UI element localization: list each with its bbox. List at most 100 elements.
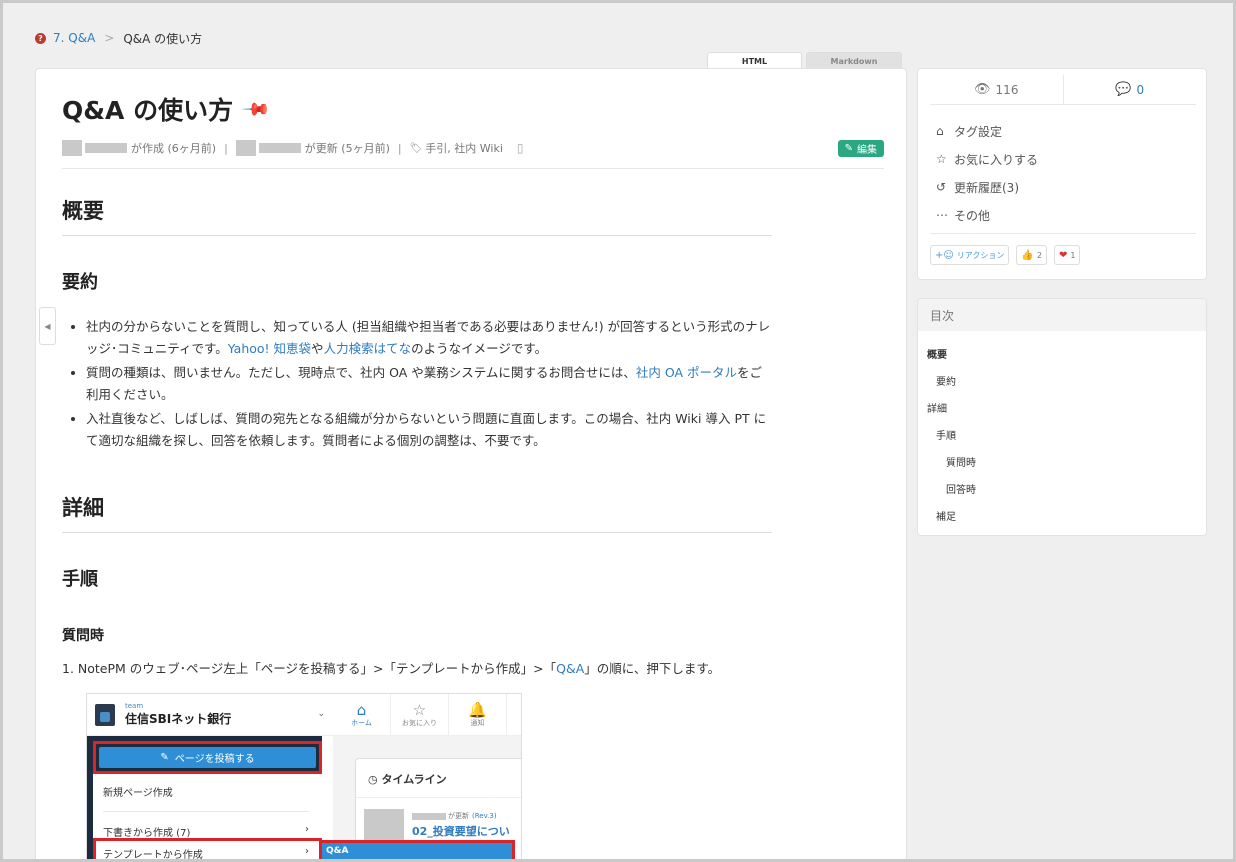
menu-item: 下書きから作成 (7) › — [103, 824, 309, 839]
favorite-action[interactable]: ☆ お気に入りする — [936, 145, 1038, 173]
add-reaction-button[interactable]: +☺ リアクション — [930, 245, 1010, 265]
stats-row: 👁 116 💬 0 — [930, 75, 1196, 105]
creator-name[interactable] — [85, 143, 127, 153]
team-name: 住信SBIネット銀行 — [125, 712, 232, 726]
history-action[interactable]: ↺ 更新履歴(3) — [936, 173, 1038, 201]
table-of-contents: 目次 概要 要約 詳細 手順 質問時 回答時 補足 — [917, 298, 1207, 536]
heading-when-asking: 質問時 — [62, 628, 104, 644]
toc-item-detail[interactable]: 詳細 — [927, 400, 947, 415]
tag-icon: ⌂ — [936, 124, 944, 138]
post-button-label: ページを投稿する — [174, 754, 255, 765]
nav-label: 通知 — [470, 718, 485, 727]
caret-left-icon: ◀ — [44, 321, 51, 331]
app-frame: ? 7. Q&A > Q&A の使い方 HTML Markdown ◀ Q&A … — [0, 0, 1236, 862]
timeline-divider — [356, 797, 521, 798]
tab-html[interactable]: HTML — [707, 52, 802, 69]
list-item: 入社直後など、しばしば、質問の宛先となる組織が分からないという問題に直面します。… — [62, 408, 772, 452]
page-meta: が作成 (6ヶ月前) | が更新 (5ヶ月前) | 🏷 手引, 社内 Wiki … — [62, 139, 884, 157]
creator-avatar — [62, 140, 82, 156]
toc-item-summary[interactable]: 要約 — [936, 373, 956, 388]
view-count: 👁 116 — [930, 75, 1063, 104]
clipboard-icon[interactable]: ▯ — [517, 141, 524, 155]
shot-team-header: team 住信SBIネット銀行 ⌄ — [87, 694, 333, 736]
timeline-title-text: タイムライン — [381, 773, 447, 786]
toc-item-when-asking[interactable]: 質問時 — [946, 454, 976, 469]
bell-icon: 🔔 — [468, 700, 487, 719]
yahoo-chiebukuro-link[interactable]: Yahoo! 知恵袋 — [228, 341, 311, 356]
toc-item-when-answering[interactable]: 回答時 — [946, 481, 976, 496]
meta-separator: | — [397, 141, 402, 155]
highlight-template-box — [93, 838, 322, 859]
tags-list[interactable]: 手引, 社内 Wiki — [425, 140, 503, 156]
breadcrumb-current: Q&A の使い方 — [123, 31, 203, 46]
pencil-icon: ✎ — [844, 142, 853, 154]
page-content-card: ◀ Q&A の使い方 📌 が作成 (6ヶ月前) | が更新 (5ヶ月前) | 🏷… — [35, 68, 907, 859]
shot-nav-home: ⌂ ホーム — [333, 694, 391, 735]
comment-count[interactable]: 💬 0 — [1062, 75, 1197, 104]
step-text: 1. NotePM のウェブ･ページ左上「ページを投稿する」>「テンプレートから… — [62, 661, 557, 676]
toc-item-procedure[interactable]: 手順 — [936, 427, 956, 442]
collapse-sidebar-handle[interactable]: ◀ — [39, 307, 56, 345]
toc-item-supplement[interactable]: 補足 — [936, 508, 956, 523]
heading-detail: 詳細 — [62, 492, 772, 533]
tab-markdown[interactable]: Markdown — [806, 52, 902, 69]
chevron-down-icon: ⌄ — [317, 709, 325, 719]
list-item: 社内の分からないことを質問し、知っている人 (担当組織や担当者である必要はありま… — [62, 316, 772, 360]
breadcrumb-parent-link[interactable]: 7. Q&A — [53, 31, 95, 45]
thumbs-up-reaction[interactable]: 👍 2 — [1016, 245, 1047, 265]
team-label: team — [125, 702, 144, 710]
eye-icon: 👁 — [974, 82, 991, 97]
team-logo — [95, 703, 115, 726]
action-label: その他 — [954, 208, 991, 223]
chevron-right-icon: › — [305, 824, 309, 835]
updated-info: が更新 (5ヶ月前) — [304, 142, 390, 155]
nav-label: お気に入り — [402, 718, 437, 727]
reaction-count: 2 — [1036, 250, 1042, 260]
tag-settings-action[interactable]: ⌂ タグ設定 — [936, 117, 1038, 145]
page-title: Q&A の使い方 — [62, 96, 234, 125]
menu-divider — [103, 811, 309, 812]
heart-reaction[interactable]: ❤ 1 — [1053, 245, 1081, 265]
toc-title: 目次 — [918, 299, 1206, 331]
chevron-right-icon: > — [104, 31, 115, 45]
shot-top-nav: ⌂ ホーム ☆ お気に入り 🔔 通知 — [333, 694, 521, 736]
more-action[interactable]: ⋯ その他 — [936, 201, 1038, 229]
updater-name[interactable] — [258, 143, 301, 153]
timeline-entry-title: 02_投資要望につい — [412, 825, 510, 838]
shot-nav-favorites: ☆ お気に入り — [391, 694, 449, 735]
bullet-text: や — [311, 341, 324, 356]
page-actions: ⌂ タグ設定 ☆ お気に入りする ↺ 更新履歴(3) ⋯ その他 — [936, 117, 1038, 229]
redacted-name — [412, 812, 446, 820]
toc-item-overview[interactable]: 概要 — [927, 346, 947, 361]
timeline-thumbnail — [364, 809, 404, 843]
qa-template-link[interactable]: Q&A — [556, 661, 584, 676]
summary-list: 社内の分からないことを質問し、知っている人 (担当組織や担当者である必要はありま… — [62, 316, 772, 452]
menu-label: 新規ページ作成 — [103, 788, 173, 799]
clock-icon: ◷ — [368, 773, 378, 786]
home-icon: ⌂ — [356, 700, 367, 719]
step-text: 」の順に、押下します。 — [584, 661, 721, 676]
comment-icon: 💬 — [1115, 82, 1132, 97]
edit-button[interactable]: ✎ 編集 — [837, 139, 884, 157]
shot-post-page-button: ✎ ページを投稿する — [93, 741, 322, 774]
timeline-meta-text: が更新 — [448, 812, 469, 820]
action-label: お気に入りする — [954, 152, 1039, 167]
bullet-text: 入社直後など、しばしば、質問の宛先となる組織が分からないという問題に直面します。… — [86, 411, 767, 448]
timeline-meta: が更新 (Rev.3) — [412, 811, 497, 821]
pin-icon[interactable]: 📌 — [241, 94, 272, 125]
highlight-qa-template: Q&A — [319, 840, 515, 859]
comment-count-value: 0 — [1136, 82, 1145, 97]
reactions-row: +☺ リアクション 👍 2 ❤ 1 — [930, 245, 1081, 265]
bullet-text: のようなイメージです。 — [411, 341, 548, 356]
action-label: 更新履歴(3) — [954, 180, 1019, 195]
bullet-text: 質問の種類は、問いません。ただし、現時点で、社内 OA や業務システムに関するお… — [86, 365, 636, 380]
nav-label: ホーム — [351, 718, 372, 727]
pencil-icon: ✎ — [160, 752, 169, 763]
jinriki-hatena-link[interactable]: 人力検索はてな — [324, 341, 412, 356]
timeline-title: ◷ タイムライン — [368, 771, 447, 787]
oa-portal-link[interactable]: 社内 OA ポータル — [636, 365, 737, 380]
heart-icon: ❤ — [1058, 249, 1068, 261]
menu-label: 下書きから作成 (7) — [103, 828, 191, 839]
list-item: 質問の種類は、問いません。ただし、現時点で、社内 OA や業務システムに関するお… — [62, 362, 772, 406]
view-count-value: 116 — [995, 82, 1019, 97]
